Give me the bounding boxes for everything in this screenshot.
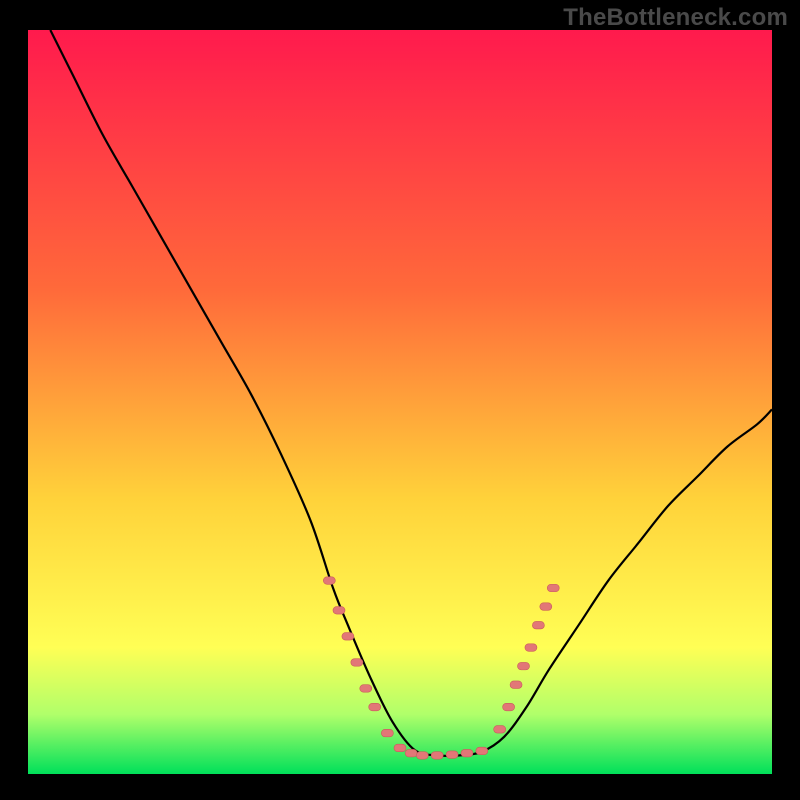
curve-marker <box>476 747 488 755</box>
plot-area <box>28 30 772 774</box>
curve-marker <box>360 685 372 693</box>
curve-marker <box>540 603 552 611</box>
curve-marker <box>503 703 515 711</box>
curve-marker <box>547 584 559 592</box>
curve-marker <box>369 703 381 711</box>
gradient-background <box>28 30 772 774</box>
curve-marker <box>431 752 443 760</box>
curve-marker <box>494 726 506 734</box>
curve-marker <box>446 751 458 759</box>
watermark-label: TheBottleneck.com <box>563 4 788 32</box>
chart-svg <box>28 30 772 774</box>
curve-marker <box>461 749 473 757</box>
chart-container: TheBottleneck.com <box>0 0 800 800</box>
curve-marker <box>323 577 335 585</box>
curve-marker <box>342 633 354 641</box>
curve-marker <box>525 644 537 652</box>
curve-marker <box>510 681 522 689</box>
curve-marker <box>532 621 544 629</box>
curve-marker <box>381 729 393 737</box>
curve-marker <box>416 752 428 760</box>
curve-marker <box>351 659 363 667</box>
curve-marker <box>333 607 345 615</box>
curve-marker <box>405 749 417 757</box>
curve-marker <box>394 744 406 752</box>
curve-marker <box>518 662 530 670</box>
